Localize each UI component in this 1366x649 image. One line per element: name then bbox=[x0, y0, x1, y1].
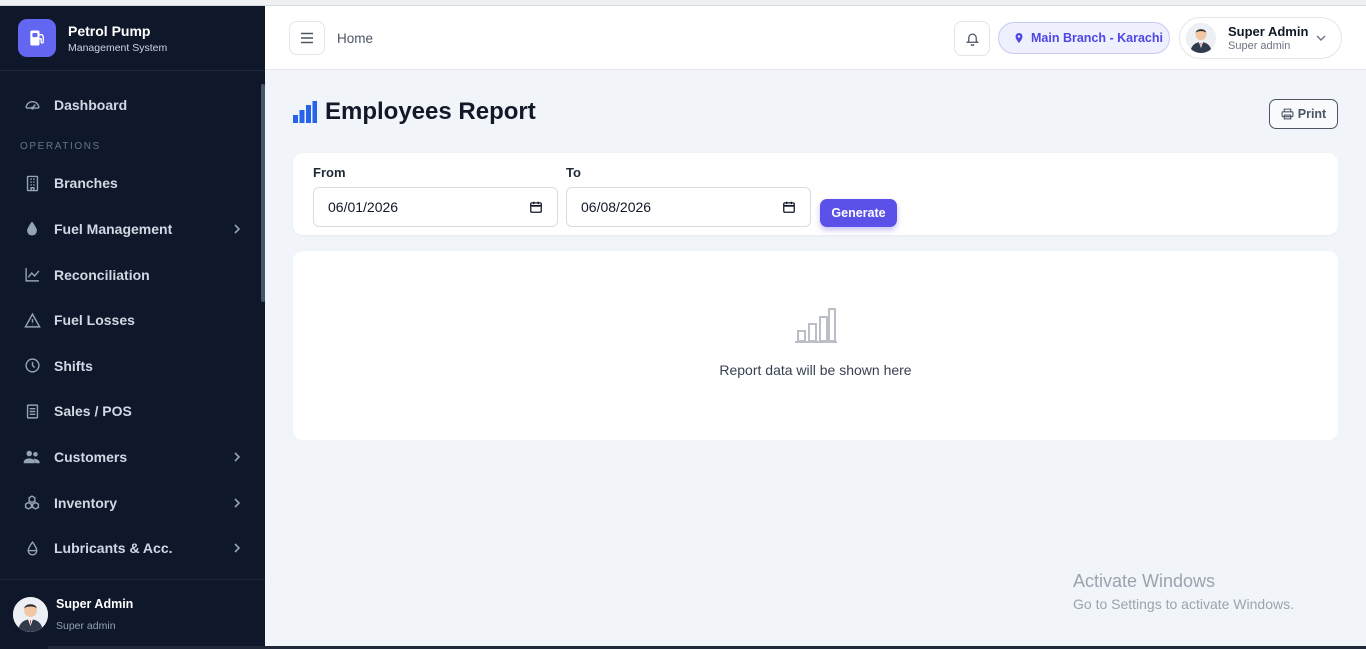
clock-icon bbox=[23, 357, 41, 375]
breadcrumb[interactable]: Home bbox=[337, 31, 373, 46]
branch-name: Main Branch - Karachi bbox=[1031, 31, 1163, 45]
map-pin-icon bbox=[1015, 33, 1023, 43]
menu-toggle-button[interactable] bbox=[289, 21, 325, 55]
branch-selector[interactable]: Main Branch - Karachi bbox=[998, 22, 1170, 54]
users-icon bbox=[23, 448, 41, 466]
chevron-right-icon bbox=[234, 497, 241, 508]
brand-title: Petrol Pump bbox=[68, 22, 151, 39]
sidebar-user[interactable]: Super Admin Super admin bbox=[0, 579, 265, 649]
user-menu[interactable]: Super Admin Super admin bbox=[1179, 17, 1342, 59]
bell-icon bbox=[965, 33, 979, 46]
sidebar-item-fuel-losses[interactable]: Fuel Losses bbox=[0, 297, 265, 343]
sidebar: Petrol Pump Management System Dashboard … bbox=[0, 6, 265, 649]
receipt-icon bbox=[23, 402, 41, 420]
building-icon bbox=[23, 174, 41, 192]
avatar bbox=[1186, 23, 1216, 53]
print-button[interactable]: Print bbox=[1269, 99, 1338, 129]
user-role: Super admin bbox=[1228, 40, 1291, 52]
avatar bbox=[13, 597, 48, 632]
sidebar-item-inventory[interactable]: Inventory bbox=[0, 480, 265, 526]
sidebar-item-lubricants[interactable]: Lubricants & Acc. bbox=[0, 525, 265, 571]
fuel-pump-icon bbox=[18, 19, 56, 57]
droplet-icon bbox=[23, 220, 41, 238]
print-label: Print bbox=[1297, 107, 1327, 121]
sidebar-item-dashboard[interactable]: Dashboard bbox=[0, 82, 265, 128]
sidebar-item-label: Fuel Losses bbox=[54, 312, 135, 329]
sidebar-item-label: Sales / POS bbox=[54, 403, 132, 420]
top-header: Home Main Branch - Karachi Super Admin S… bbox=[265, 6, 1366, 70]
brand[interactable]: Petrol Pump Management System bbox=[0, 6, 265, 71]
generate-button[interactable]: Generate bbox=[820, 199, 897, 227]
sidebar-user-name: Super Admin bbox=[56, 597, 134, 611]
sidebar-nav: Dashboard OPERATIONS Branches Fuel Manag… bbox=[0, 82, 265, 571]
report-card: Report data will be shown here bbox=[293, 251, 1338, 440]
printer-icon bbox=[1281, 108, 1294, 120]
chevron-right-icon bbox=[234, 224, 241, 234]
page-title: Employees Report bbox=[293, 98, 536, 126]
calendar-icon[interactable] bbox=[529, 200, 543, 214]
sidebar-item-sales-pos[interactable]: Sales / POS bbox=[0, 389, 265, 435]
sidebar-item-reconciliation[interactable]: Reconciliation bbox=[0, 252, 265, 298]
brand-subtitle: Management System bbox=[68, 41, 168, 54]
watermark-subtitle: Go to Settings to activate Windows. bbox=[1073, 596, 1294, 612]
user-name: Super Admin bbox=[1228, 24, 1309, 39]
filter-card: From 06/01/2026 To 06/08/2026 Generate bbox=[293, 153, 1338, 235]
chart-line-icon bbox=[23, 266, 41, 284]
watermark-title: Activate Windows bbox=[1073, 571, 1216, 591]
to-date-value: 06/08/2026 bbox=[581, 199, 652, 215]
sidebar-item-label: Inventory bbox=[54, 494, 118, 511]
from-label: From bbox=[313, 165, 346, 180]
windows-watermark: Activate Windows Go to Settings to activ… bbox=[1073, 571, 1294, 612]
sidebar-item-branches[interactable]: Branches bbox=[0, 161, 265, 207]
notifications-button[interactable] bbox=[954, 21, 990, 56]
to-date-input[interactable]: 06/08/2026 bbox=[566, 187, 811, 227]
empty-chart-icon bbox=[795, 308, 837, 343]
empty-state-text: Report data will be shown here bbox=[719, 362, 912, 378]
sidebar-item-label: Lubricants & Acc. bbox=[54, 540, 173, 557]
sidebar-item-label: Customers bbox=[54, 448, 128, 465]
oil-drop-icon bbox=[23, 539, 41, 557]
gauge-icon bbox=[23, 96, 41, 114]
warning-icon bbox=[23, 311, 41, 329]
boxes-icon bbox=[23, 494, 41, 512]
sidebar-item-shifts[interactable]: Shifts bbox=[0, 343, 265, 389]
chevron-right-icon bbox=[234, 452, 241, 462]
sidebar-user-role: Super admin bbox=[56, 620, 116, 632]
chevron-right-icon bbox=[234, 543, 241, 553]
page-title-text: Employees Report bbox=[325, 98, 536, 125]
sidebar-item-label: Reconciliation bbox=[54, 266, 150, 283]
sidebar-item-label: Branches bbox=[54, 175, 118, 192]
from-date-value: 06/01/2026 bbox=[328, 199, 399, 215]
sidebar-item-label: Dashboard bbox=[54, 96, 128, 113]
sidebar-item-fuel-management[interactable]: Fuel Management bbox=[0, 206, 265, 252]
sidebar-item-customers[interactable]: Customers bbox=[0, 434, 265, 480]
to-label: To bbox=[566, 165, 581, 180]
hamburger-icon bbox=[301, 32, 313, 44]
calendar-icon[interactable] bbox=[782, 200, 796, 214]
bar-chart-icon bbox=[293, 101, 317, 123]
section-operations: OPERATIONS bbox=[20, 141, 101, 153]
sidebar-scrollbar[interactable] bbox=[261, 84, 265, 302]
chevron-down-icon bbox=[1316, 35, 1326, 41]
from-date-input[interactable]: 06/01/2026 bbox=[313, 187, 558, 227]
sidebar-item-label: Shifts bbox=[54, 357, 93, 374]
sidebar-item-label: Fuel Management bbox=[54, 220, 173, 237]
